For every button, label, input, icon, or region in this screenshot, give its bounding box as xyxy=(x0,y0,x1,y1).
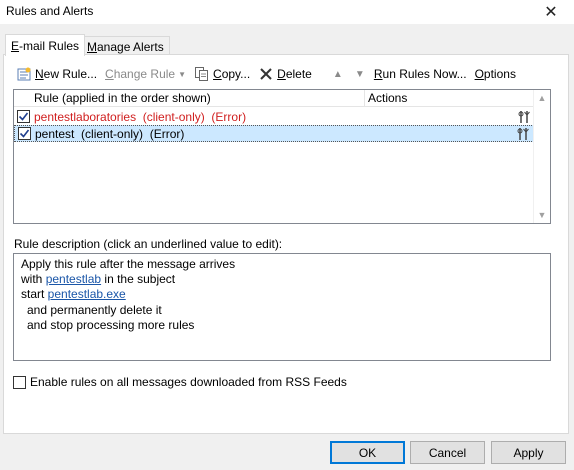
new-rule-icon xyxy=(16,66,32,82)
rule-description-box: Apply this rule after the message arrive… xyxy=(13,253,551,361)
rules-toolbar: New Rule... Change Rule ▼ Copy... Delete… xyxy=(16,65,524,83)
move-up-icon[interactable]: ▲ xyxy=(330,66,346,82)
check-icon xyxy=(18,112,29,121)
description-line: and stop processing more rules xyxy=(27,317,195,332)
window-title: Rules and Alerts xyxy=(6,4,94,18)
rules-list[interactable]: Rule (applied in the order shown) Action… xyxy=(13,89,551,224)
title-bar: Rules and Alerts ✕ xyxy=(0,0,574,24)
rules-list-header: Rule (applied in the order shown) Action… xyxy=(14,90,534,107)
description-text: start xyxy=(21,287,48,302)
new-rule-label: New Rule... xyxy=(35,67,98,81)
rss-rules-option[interactable]: Enable rules on all messages downloaded … xyxy=(13,375,347,389)
email-rules-panel: New Rule... Change Rule ▼ Copy... Delete… xyxy=(3,54,569,434)
rule-name: pentest (client-only) (Error) xyxy=(35,126,185,141)
subject-words-link[interactable]: pentestlab xyxy=(46,272,101,286)
rules-list-scrollbar[interactable]: ▲ ▼ xyxy=(533,90,550,223)
rule-enabled-checkbox[interactable] xyxy=(17,110,30,123)
copy-icon xyxy=(194,66,210,82)
rule-enabled-checkbox[interactable] xyxy=(18,127,31,140)
rule-row[interactable]: pentest (client-only) (Error) xyxy=(14,125,534,142)
description-text: in the subject xyxy=(101,272,176,287)
close-button[interactable]: ✕ xyxy=(528,0,574,24)
tab-manage-alerts[interactable]: Manage Alerts xyxy=(81,36,170,56)
chevron-down-icon: ▼ xyxy=(178,69,187,79)
change-rule-label: Change Rule xyxy=(105,67,176,81)
delete-icon xyxy=(258,66,274,82)
rule-actions-icon xyxy=(513,127,533,141)
rule-actions-icon xyxy=(514,110,534,124)
scroll-up-icon[interactable]: ▲ xyxy=(534,90,550,106)
rss-rules-label: Enable rules on all messages downloaded … xyxy=(30,375,347,389)
dialog-body: E-mail Rules Manage Alerts New Rule... C… xyxy=(0,24,574,470)
tab-manage-alerts-label: Manage Alerts xyxy=(87,39,164,54)
description-line: and permanently delete it xyxy=(27,302,162,317)
close-icon: ✕ xyxy=(544,4,558,21)
move-down-icon[interactable]: ▼ xyxy=(352,66,368,82)
check-icon xyxy=(19,129,30,138)
description-line: start pentestlab.exe xyxy=(21,287,543,302)
scroll-down-icon[interactable]: ▼ xyxy=(534,207,550,223)
rule-description-label: Rule description (click an underlined va… xyxy=(14,237,283,251)
column-header-actions[interactable]: Actions xyxy=(365,90,534,106)
rss-rules-checkbox[interactable] xyxy=(13,375,26,389)
new-rule-button[interactable]: New Rule... xyxy=(16,65,97,83)
tab-email-rules-label: E-mail Rules xyxy=(11,38,80,53)
options-button[interactable]: Options xyxy=(475,65,516,83)
apply-button[interactable]: Apply xyxy=(491,441,566,464)
cancel-button[interactable]: Cancel xyxy=(410,441,485,464)
delete-button[interactable]: Delete xyxy=(258,65,312,83)
column-header-rule[interactable]: Rule (applied in the order shown) xyxy=(14,90,365,106)
copy-button[interactable]: Copy... xyxy=(194,65,250,83)
rule-name: pentestlaboratories (client-only) (Error… xyxy=(34,109,247,124)
run-rules-now-button[interactable]: Run Rules Now... xyxy=(374,65,467,83)
application-link[interactable]: pentestlab.exe xyxy=(48,287,126,301)
description-line: with pentestlab in the subject xyxy=(21,272,543,287)
delete-label: Delete xyxy=(277,67,312,81)
run-rules-now-label: Run Rules Now... xyxy=(373,67,467,81)
ok-button[interactable]: OK xyxy=(330,441,405,464)
tab-email-rules[interactable]: E-mail Rules xyxy=(5,34,86,56)
rule-row[interactable]: pentestlaboratories (client-only) (Error… xyxy=(14,108,534,125)
description-text: with xyxy=(21,272,46,287)
change-rule-button[interactable]: Change Rule ▼ xyxy=(105,65,186,83)
options-label: Options xyxy=(474,67,516,81)
copy-label: Copy... xyxy=(213,67,251,81)
description-line: Apply this rule after the message arrive… xyxy=(21,257,236,271)
